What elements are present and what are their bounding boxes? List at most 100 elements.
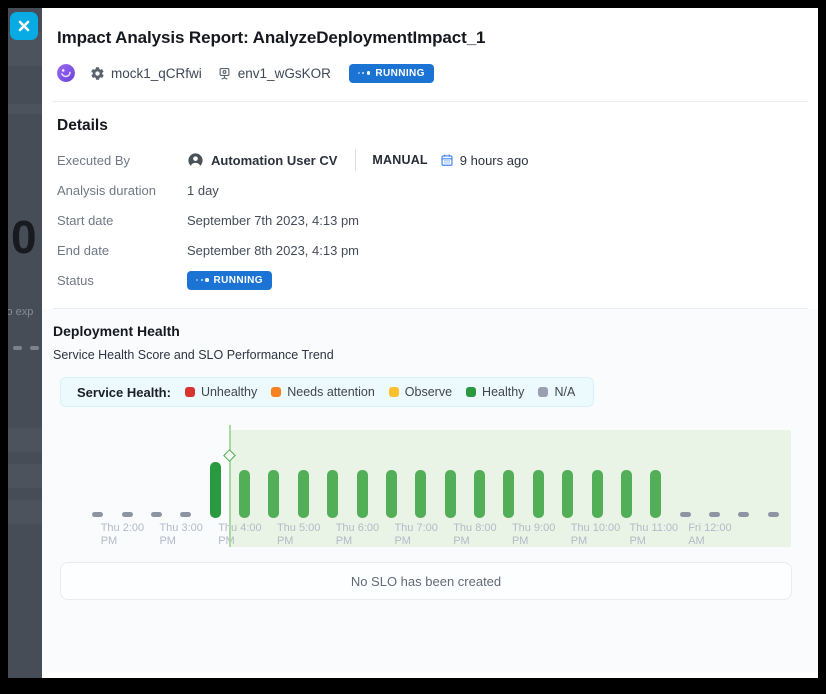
health-bar-na: [768, 512, 779, 517]
health-bar: [621, 470, 632, 518]
executed-by-user: Automation User CV: [211, 153, 337, 168]
page-title: Impact Analysis Report: AnalyzeDeploymen…: [57, 28, 802, 48]
service-health-legend: Service Health: UnhealthyNeeds attention…: [60, 377, 594, 407]
detail-row: End dateSeptember 8th 2023, 4:13 pm: [57, 235, 802, 265]
status-badge: RUNNING: [349, 64, 434, 83]
deployment-marker-line: [229, 425, 231, 547]
health-bar: [592, 470, 603, 518]
user-icon: [187, 152, 204, 169]
health-bar: [386, 470, 397, 518]
detail-label: Start date: [57, 213, 187, 228]
modal-backdrop: 0 To exp: [8, 8, 42, 678]
legend-label: Needs attention: [287, 385, 375, 399]
health-bar-na: [122, 512, 133, 517]
trigger-type: MANUAL: [372, 153, 427, 167]
health-bar: [327, 470, 338, 518]
detail-label: End date: [57, 243, 187, 258]
health-bar: [562, 470, 573, 518]
detail-value: September 8th 2023, 4:13 pm: [187, 243, 359, 258]
x-axis-label: Thu 8:00PM: [453, 522, 515, 548]
details-section: Details Executed By Automation User CV M…: [42, 102, 818, 308]
x-axis-label: Thu 3:00PM: [159, 522, 221, 548]
legend-swatch-icon: [185, 387, 195, 397]
legend-item: Healthy: [466, 385, 524, 399]
detail-row-status: Status RUNNING: [57, 265, 802, 295]
health-bar: [210, 462, 221, 518]
detail-row: Start dateSeptember 7th 2023, 4:13 pm: [57, 205, 802, 235]
health-bar: [650, 470, 661, 518]
legend-item: Unhealthy: [185, 385, 257, 399]
detail-row-executed-by: Executed By Automation User CV MANUAL: [57, 145, 802, 175]
legend-item: Needs attention: [271, 385, 375, 399]
legend-swatch-icon: [466, 387, 476, 397]
legend-label: Unhealthy: [201, 385, 257, 399]
status-badge: RUNNING: [187, 271, 272, 290]
close-drawer-button[interactable]: [10, 12, 38, 40]
detail-label: Analysis duration: [57, 183, 187, 198]
backdrop-artifact: [8, 464, 42, 488]
x-axis-label: Fri 12:00AM: [688, 522, 750, 548]
detail-row: Analysis duration1 day: [57, 175, 802, 205]
details-heading: Details: [57, 117, 802, 135]
environment-meta: env1_wGsKOR: [217, 66, 331, 81]
legend-item: Observe: [389, 385, 452, 399]
pipeline-name: mock1_qCRfwi: [111, 66, 202, 81]
running-dots-icon: [358, 71, 371, 75]
backdrop-artifact: [8, 104, 42, 114]
health-bar: [533, 470, 544, 518]
health-bar-na: [151, 512, 162, 517]
health-bar: [503, 470, 514, 518]
x-axis-label: Thu 9:00PM: [512, 522, 574, 548]
health-bar: [268, 470, 279, 518]
health-bar: [445, 470, 456, 518]
x-axis-label: Thu 5:00PM: [277, 522, 339, 548]
legend-label: Healthy: [482, 385, 524, 399]
health-bar-na: [680, 512, 691, 517]
health-bar: [357, 470, 368, 518]
health-bar: [239, 470, 250, 518]
backdrop-dimmed-metric: 0: [11, 214, 37, 260]
service-avatar-icon: [57, 64, 75, 82]
health-bar: [415, 470, 426, 518]
x-axis-label: Thu 6:00PM: [336, 522, 398, 548]
x-axis-label: Thu 4:00PM: [218, 522, 280, 548]
legend-label: Observe: [405, 385, 452, 399]
environment-name: env1_wGsKOR: [238, 66, 331, 81]
detail-value: September 7th 2023, 4:13 pm: [187, 213, 359, 228]
app-window: 0 To exp Impact Analysis Report: Analyze…: [8, 8, 818, 678]
legend-swatch-icon: [389, 387, 399, 397]
gear-icon: [90, 66, 105, 81]
health-bar: [474, 470, 485, 518]
backdrop-artifact: [30, 346, 39, 350]
chart-subtitle: Service Health Score and SLO Performance…: [53, 348, 799, 362]
backdrop-dimmed-text: To exp: [8, 306, 33, 318]
health-bar-na: [738, 512, 749, 517]
service-health-chart: Thu 2:00PMThu 3:00PMThu 4:00PMThu 5:00PM…: [60, 420, 792, 548]
environment-icon: [217, 66, 232, 81]
health-bar-na: [92, 512, 103, 517]
close-icon: [18, 20, 30, 32]
slo-empty-state: No SLO has been created: [60, 562, 792, 600]
x-axis-label: Thu 2:00PM: [101, 522, 163, 548]
legend-swatch-icon: [271, 387, 281, 397]
impact-analysis-drawer: Impact Analysis Report: AnalyzeDeploymen…: [42, 8, 818, 678]
executed-time: 9 hours ago: [460, 153, 529, 168]
x-axis-label: Thu 10:00PM: [571, 522, 633, 548]
deployment-health-heading: Deployment Health: [53, 323, 799, 339]
x-axis-label: Thu 11:00PM: [629, 522, 691, 548]
legend-item: N/A: [538, 385, 575, 399]
legend-label: N/A: [554, 385, 575, 399]
running-dots-icon: [196, 278, 209, 282]
divider: [355, 149, 356, 171]
health-bar: [298, 470, 309, 518]
detail-value: 1 day: [187, 183, 219, 198]
health-bar-na: [709, 512, 720, 517]
pipeline-meta: mock1_qCRfwi: [90, 66, 202, 81]
deployment-health-section: Deployment Health Service Health Score a…: [42, 309, 818, 673]
report-meta-row: mock1_qCRfwi env1_wGsKOR RUNNING: [57, 63, 802, 83]
calendar-icon: [440, 153, 454, 167]
backdrop-artifact: [13, 346, 22, 350]
backdrop-artifact: [8, 500, 42, 524]
backdrop-artifact: [8, 428, 42, 452]
health-bar-na: [180, 512, 191, 517]
